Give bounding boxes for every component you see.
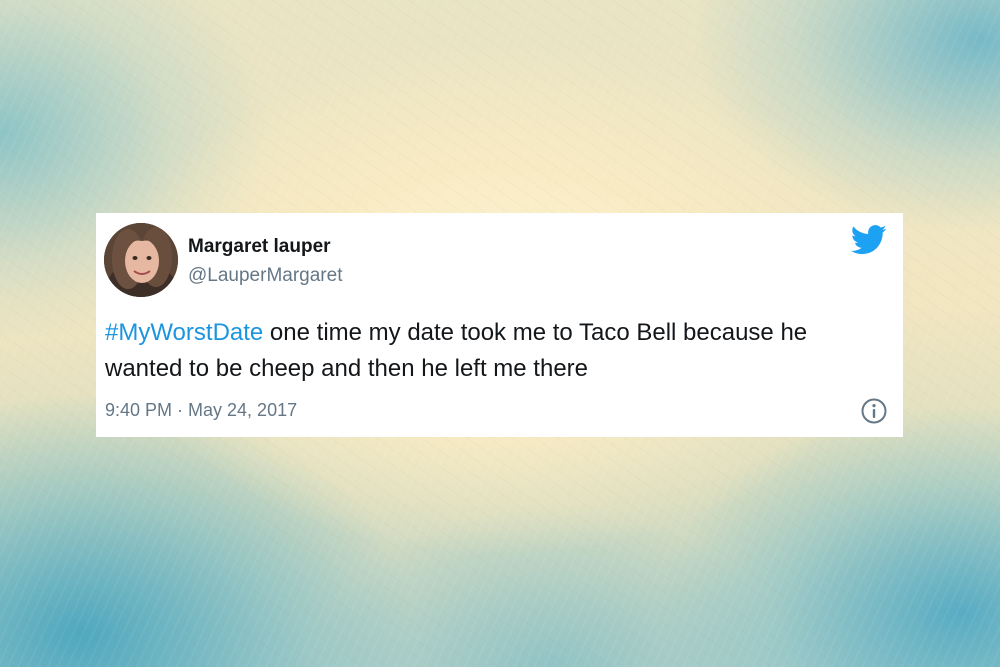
tweet-timestamp[interactable]: 9:40 PM · May 24, 2017 bbox=[105, 400, 297, 421]
author-handle[interactable]: @LauperMargaret bbox=[188, 265, 342, 287]
author-name[interactable]: Margaret lauper bbox=[188, 236, 331, 258]
tweet-text: #MyWorstDate one time my date took me to… bbox=[105, 315, 885, 387]
avatar[interactable] bbox=[104, 223, 178, 297]
tweet-card: Margaret lauper @LauperMargaret #MyWorst… bbox=[96, 213, 903, 437]
twitter-bird-icon[interactable] bbox=[851, 225, 887, 255]
info-icon[interactable] bbox=[860, 397, 888, 425]
hashtag-link[interactable]: #MyWorstDate bbox=[105, 319, 263, 346]
